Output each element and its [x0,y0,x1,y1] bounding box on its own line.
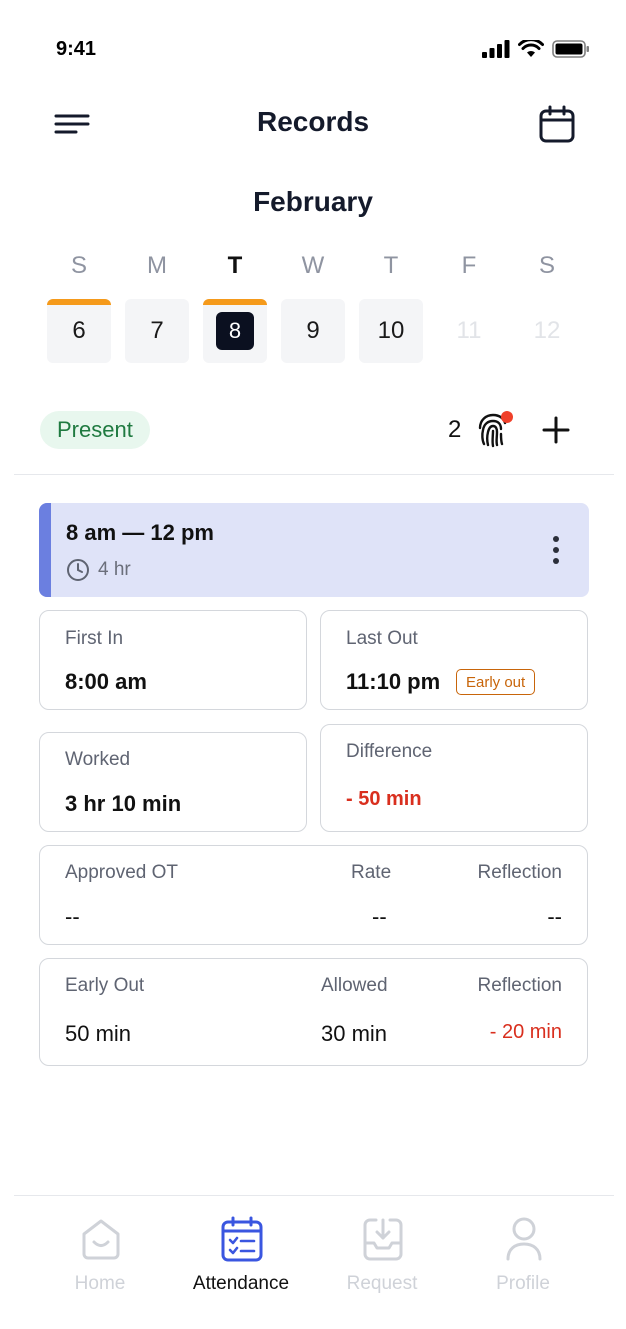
difference-card: Difference - 50 min [320,724,588,832]
difference-value: - 50 min [346,788,422,810]
month-title: February [253,186,373,217]
first-in-value: 8:00 am [65,669,147,694]
weekday-label: T [383,252,399,279]
wifi-icon [518,40,544,57]
signal-icon [482,40,510,58]
early-reflection-label: Reflection [477,975,563,996]
weekday-label-active: T [227,252,243,279]
day-cell-selected[interactable]: 8 [203,299,267,363]
tab-label: Profile [496,1273,550,1294]
home-icon [82,1219,120,1260]
tab-label: Request [346,1273,418,1294]
early-out-value: 50 min [65,1021,132,1046]
weekday-row: S M T W T F S [47,252,579,282]
ot-rate-label: Rate [351,862,392,883]
calendar-icon [539,105,575,143]
day-number: 10 [377,317,405,344]
punch-records-button[interactable] [474,410,514,450]
attendance-status-badge: Present [40,411,150,449]
day-cell[interactable]: 9 [281,299,345,363]
bottom-tab-bar: Home Attendance Request Profile [0,1196,626,1329]
last-out-value: 11:10 pm [346,669,441,694]
weekday-label: M [147,252,167,279]
day-cell[interactable]: 7 [125,299,189,363]
early-out-label: Early Out [65,975,145,996]
approved-ot-label: Approved OT [65,862,178,883]
ot-reflection-label: Reflection [477,862,563,883]
fingerprint-icon [478,411,513,448]
approved-ot-value: -- [65,904,80,929]
tab-attendance[interactable]: Attendance [171,1216,311,1306]
ot-reflection-value: -- [547,904,562,929]
early-out-badge: Early out [456,669,536,695]
attendance-icon [221,1216,263,1262]
tab-label: Home [74,1273,126,1294]
battery-icon [552,40,589,58]
status-time: 9:41 [56,38,97,60]
day-number: 12 [533,317,561,344]
calendar-button[interactable] [538,104,576,144]
selected-day-number: 8 [216,312,254,350]
early-out-card: Early Out Allowed Reflection 50 min 30 m… [39,958,588,1066]
weekday-label: F [461,252,477,279]
day-row: 6 7 8 9 10 11 12 [47,299,579,363]
shift-accent-bar [39,503,51,597]
shift-duration-text: 4 hr [98,559,131,580]
status-icons [482,40,590,58]
day-number: 6 [72,317,86,344]
shift-card[interactable]: 8 am — 12 pm 4 hr [39,503,589,597]
tab-profile[interactable]: Profile [453,1216,593,1306]
day-number: 11 [456,317,482,344]
shift-more-button[interactable] [545,533,567,567]
status-bar: 9:41 [0,0,626,100]
day-number: 7 [150,317,164,344]
last-out-card: Last Out 11:10 pm Early out [320,610,588,710]
worked-card: Worked 3 hr 10 min [39,732,307,832]
more-vertical-icon [553,536,559,564]
day-cell[interactable]: 6 [47,299,111,363]
allowed-value: 30 min [321,1021,388,1046]
page-title: Records [256,106,370,137]
shift-duration: 4 hr [66,558,131,582]
weekday-label: W [301,252,325,279]
shift-time-range: 8 am — 12 pm [66,520,214,545]
allowed-label: Allowed [321,975,388,996]
tab-request[interactable]: Request [312,1216,452,1306]
weekday-label: S [538,252,555,279]
day-cell-disabled: 12 [515,299,579,363]
last-out-label: Last Out [346,628,418,649]
early-reflection-value: - 20 min [489,1021,562,1043]
add-button[interactable] [540,414,572,446]
worked-label: Worked [65,749,131,770]
tab-home[interactable]: Home [30,1216,170,1306]
difference-label: Difference [346,741,433,762]
worked-value: 3 hr 10 min [65,791,182,816]
plus-icon [542,416,570,444]
app-header: Records [0,100,626,150]
day-cell[interactable]: 10 [359,299,423,363]
profile-icon [506,1217,542,1261]
first-in-label: First In [65,628,124,649]
clock-icon [67,559,89,581]
day-cell-disabled: 11 [437,299,501,363]
ot-rate-value: -- [372,904,387,929]
punch-count: 2 [448,416,462,443]
inbox-download-icon [363,1218,403,1261]
section-divider [14,474,614,475]
approved-ot-card: Approved OT Rate Reflection -- -- -- [39,845,588,945]
tab-label: Attendance [192,1273,290,1294]
day-number: 9 [306,317,320,344]
first-in-card: First In 8:00 am [39,610,307,710]
weekday-label: S [70,252,87,279]
